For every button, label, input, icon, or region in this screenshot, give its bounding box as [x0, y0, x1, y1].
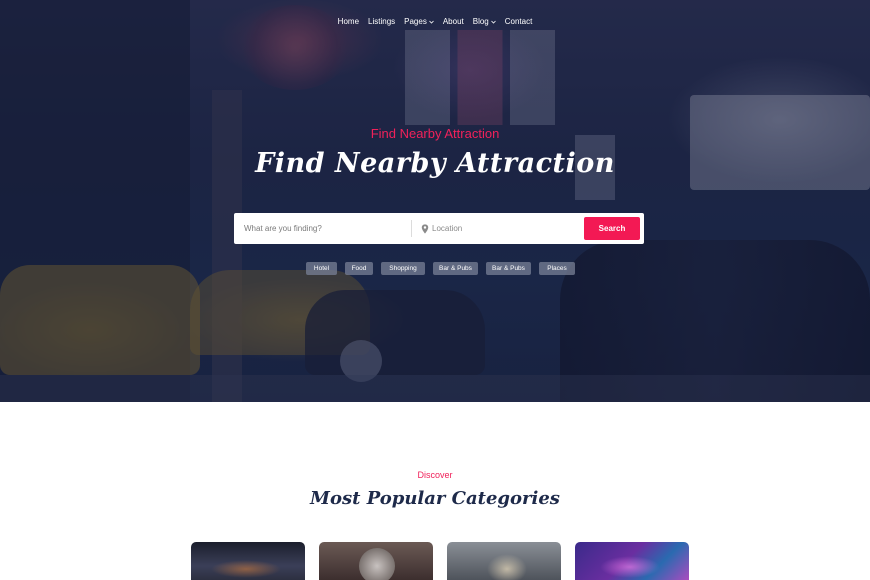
- chevron-down-icon: [490, 20, 496, 24]
- section-title: Most Popular Categories: [310, 488, 560, 509]
- category-card[interactable]: [191, 542, 305, 580]
- search-input[interactable]: [234, 213, 411, 244]
- nav-item-blog[interactable]: Blog: [473, 17, 496, 26]
- nav-item-label: Home: [337, 17, 360, 26]
- map-pin-icon: [421, 223, 429, 234]
- nav-item-label: Blog: [472, 17, 489, 26]
- chevron-down-icon: [429, 20, 434, 24]
- main-navigation: Home Listings Pages About Blog Contact: [0, 17, 870, 26]
- tag-places[interactable]: Places: [539, 262, 575, 275]
- hero-section: Home Listings Pages About Blog Contact F…: [0, 0, 870, 402]
- tag-food[interactable]: Food: [345, 262, 373, 275]
- tag-bar-pubs[interactable]: Bar & Pubs: [433, 262, 478, 275]
- hero-title: Find Nearby Attraction: [255, 148, 615, 179]
- nav-item-label: About: [442, 17, 464, 26]
- nav-item-label: Listings: [368, 17, 396, 26]
- search-button[interactable]: Search: [584, 217, 640, 240]
- section-eyebrow: Discover: [417, 470, 453, 480]
- hero-overlay: [0, 0, 870, 402]
- nav-item-contact[interactable]: Contact: [505, 17, 533, 26]
- search-bar: Search: [234, 213, 644, 244]
- nav-item-label: Contact: [504, 17, 533, 26]
- category-card[interactable]: [575, 542, 689, 580]
- nav-item-about[interactable]: About: [443, 17, 464, 26]
- quick-tags: Hotel Food Shopping Bar & Pubs Bar & Pub…: [306, 262, 575, 275]
- category-cards: [191, 542, 689, 580]
- nav-item-home[interactable]: Home: [338, 17, 359, 26]
- tag-hotel[interactable]: Hotel: [306, 262, 337, 275]
- nav-item-listings[interactable]: Listings: [368, 17, 395, 26]
- tag-bar-pubs[interactable]: Bar & Pubs: [486, 262, 531, 275]
- nav-item-pages[interactable]: Pages: [404, 17, 434, 26]
- category-card[interactable]: [447, 542, 561, 580]
- hero-eyebrow: Find Nearby Attraction: [370, 126, 500, 141]
- category-card[interactable]: [319, 542, 433, 580]
- nav-item-label: Pages: [404, 17, 427, 26]
- tag-shopping[interactable]: Shopping: [381, 262, 425, 275]
- location-input[interactable]: [432, 224, 572, 233]
